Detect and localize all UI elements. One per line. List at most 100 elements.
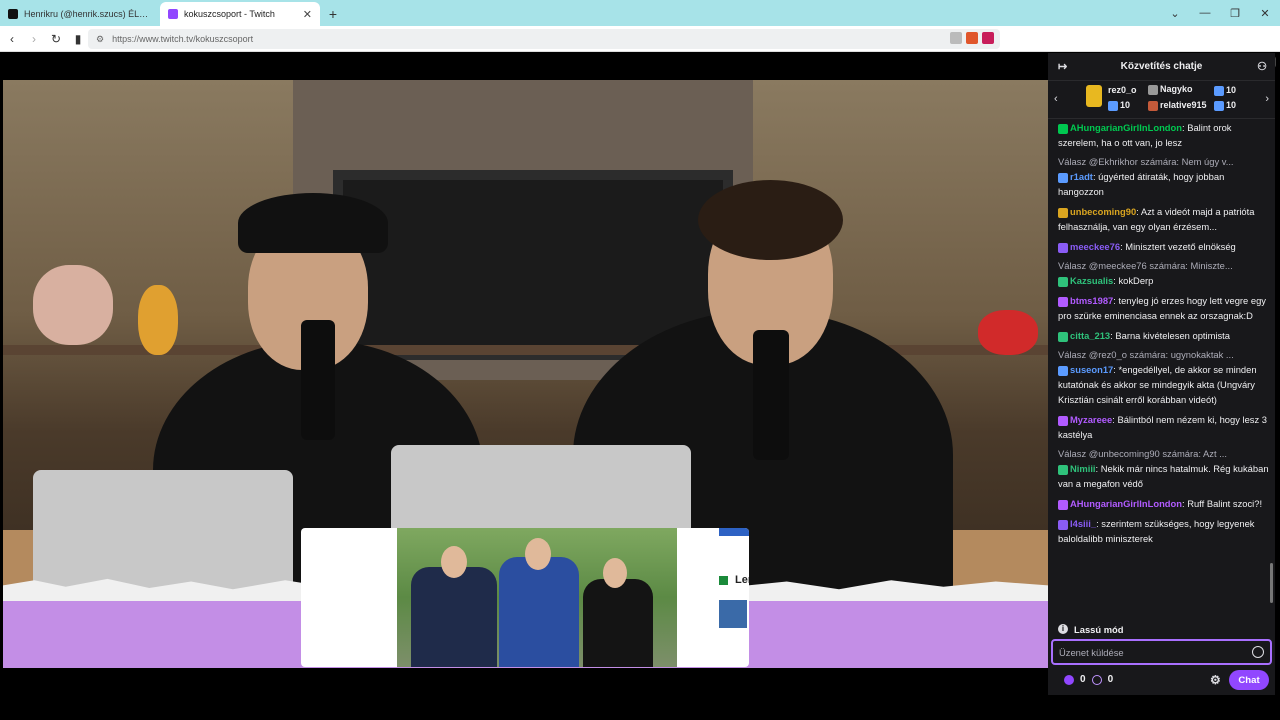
browser-tab-bar: Henrikru (@henrik.szucs) ÉLŐ adásb kokus… bbox=[0, 0, 1280, 26]
chat-message: Nimiii: Nekik már nincs hatalmuk. Rég ku… bbox=[1058, 461, 1269, 491]
chevron-down-icon[interactable]: ⌄ bbox=[1160, 7, 1190, 20]
window-controls: ⌄ — ❐ ✕ bbox=[1160, 0, 1280, 26]
community-icon[interactable]: ⚇ bbox=[1257, 60, 1267, 73]
chat-username[interactable]: Myzareee bbox=[1070, 414, 1112, 425]
chat-username[interactable]: citta_213 bbox=[1070, 330, 1110, 341]
send-chat-button[interactable]: Chat bbox=[1229, 670, 1269, 690]
leader-name[interactable]: relative915 bbox=[1148, 100, 1207, 111]
restore-icon[interactable]: ❐ bbox=[1220, 7, 1250, 20]
forward-icon[interactable]: › bbox=[24, 32, 44, 46]
info-icon: i bbox=[1058, 624, 1068, 634]
user-badge-icon[interactable] bbox=[1058, 296, 1068, 307]
user-badge-icon[interactable] bbox=[1058, 519, 1068, 530]
chat-username[interactable]: btms1987 bbox=[1070, 295, 1113, 306]
emote-picker-icon[interactable] bbox=[1252, 646, 1264, 658]
chat-message: AHungarianGirlInLondon: Balint orok szer… bbox=[1058, 120, 1269, 150]
url-text: https://www.twitch.tv/kokuszcsoport bbox=[112, 34, 254, 44]
tiktok-icon bbox=[8, 9, 18, 19]
chat-username[interactable]: l4siii_ bbox=[1070, 518, 1096, 529]
chat-footer: 0 0 ⚙ Chat bbox=[1048, 669, 1275, 693]
share-icon[interactable] bbox=[950, 32, 962, 44]
chat-username[interactable]: AHungarianGirlInLondon bbox=[1070, 122, 1182, 133]
chevron-right-icon[interactable]: › bbox=[1265, 93, 1269, 105]
chat-settings-icon[interactable]: ⚙ bbox=[1210, 673, 1221, 687]
chat-username[interactable]: Kazsualis bbox=[1070, 275, 1113, 286]
chat-username[interactable]: meeckee76 bbox=[1070, 241, 1120, 252]
address-bar-row: ‹ › ↻ ▮ ⚙ https://www.twitch.tv/kokuszcs… bbox=[0, 26, 1280, 68]
microphone-right bbox=[753, 330, 789, 460]
chat-username[interactable]: Nimiii bbox=[1070, 463, 1096, 474]
url-actions bbox=[950, 32, 994, 44]
chat-username[interactable]: r1adt bbox=[1070, 171, 1093, 182]
twitch-icon bbox=[168, 9, 178, 19]
user-badge-icon[interactable] bbox=[1058, 123, 1068, 134]
reply-context[interactable]: Válasz @meeckee76 számára: Miniszte... bbox=[1058, 259, 1269, 273]
chat-message: btms1987: tenyleg jó erzes hogy lett veg… bbox=[1058, 293, 1269, 323]
chevron-left-icon[interactable]: ‹ bbox=[1054, 93, 1058, 105]
overlay-thumbnail bbox=[719, 600, 747, 628]
channel-points[interactable]: 0 0 bbox=[1064, 674, 1113, 685]
black-cap bbox=[238, 193, 388, 253]
chat-input[interactable]: Üzenet küldése bbox=[1051, 639, 1272, 665]
brave-shield-icon[interactable] bbox=[966, 32, 978, 44]
chat-message-list: AHungarianGirlInLondon: Balint orok szer… bbox=[1048, 120, 1275, 620]
reply-context[interactable]: Válasz @unbecoming90 számára: Azt ... bbox=[1058, 447, 1269, 461]
chat-input-placeholder: Üzenet küldése bbox=[1059, 646, 1124, 658]
bookmark-icon[interactable]: ▮ bbox=[68, 32, 88, 46]
url-field[interactable]: ⚙ https://www.twitch.tv/kokuszcsoport bbox=[88, 29, 1000, 49]
chat-message: Myzareee: Bálintból nem nézem ki, hogy l… bbox=[1058, 412, 1269, 442]
user-badge-icon[interactable] bbox=[1058, 415, 1068, 426]
leader-name[interactable]: Nagyko bbox=[1148, 84, 1193, 95]
minimize-icon[interactable]: — bbox=[1190, 7, 1220, 19]
chat-message: AHungarianGirlInLondon: Ruff Balint szoc… bbox=[1058, 496, 1269, 511]
reply-context[interactable]: Válasz @rez0_o számára: ugynokaktak ... bbox=[1058, 348, 1269, 362]
microphone-left bbox=[301, 320, 335, 440]
user-badge-icon[interactable] bbox=[1058, 464, 1068, 475]
user-badge-icon[interactable] bbox=[1058, 242, 1068, 253]
browser-tab-twitch[interactable]: kokuszcsoport - Twitch ✕ bbox=[160, 2, 320, 26]
rewards-icon[interactable] bbox=[982, 32, 994, 44]
gift-sub-icon bbox=[1214, 85, 1224, 96]
tab-title: Henrikru (@henrik.szucs) ÉLŐ adásb bbox=[24, 9, 152, 19]
chat-panel: ↦ Közvetítés chatje ⚇ ‹ rez0_o 10 Nagyko… bbox=[1048, 53, 1275, 695]
stream-frame: Ler bbox=[3, 80, 1048, 668]
back-icon[interactable]: ‹ bbox=[2, 32, 22, 46]
chat-message: suseon17: *engedéllyel, de akkor se mind… bbox=[1058, 362, 1269, 407]
image-overlay: Ler bbox=[301, 528, 749, 667]
leader-count: 10 bbox=[1214, 85, 1236, 96]
site-info-icon[interactable]: ⚙ bbox=[96, 34, 104, 45]
browser-tab-tiktok[interactable]: Henrikru (@henrik.szucs) ÉLŐ adásb bbox=[0, 2, 160, 26]
chat-message-text: Minisztert vezető elnökség bbox=[1125, 241, 1236, 252]
user-badge-icon[interactable] bbox=[1058, 276, 1068, 287]
close-tab-icon[interactable]: ✕ bbox=[303, 8, 312, 21]
reply-context[interactable]: Válasz @Ekhrikhor számára: Nem úgy v... bbox=[1058, 155, 1269, 169]
video-player[interactable]: Ler bbox=[3, 53, 1048, 695]
plush-toy bbox=[138, 285, 178, 355]
user-badge-icon[interactable] bbox=[1058, 172, 1068, 183]
chat-scrollbar[interactable] bbox=[1270, 563, 1273, 603]
user-badge-icon[interactable] bbox=[1058, 331, 1068, 342]
bits-icon bbox=[1064, 674, 1074, 685]
chat-username[interactable]: suseon17 bbox=[1070, 364, 1113, 375]
chat-username[interactable]: AHungarianGirlInLondon bbox=[1070, 498, 1182, 509]
chat-message: l4siii_: szerintem szükséges, hogy legye… bbox=[1058, 516, 1269, 546]
gift-icon bbox=[1086, 85, 1102, 107]
chat-message-text: Barna kivételesen optimista bbox=[1115, 330, 1231, 341]
flag-icon bbox=[719, 576, 728, 585]
chat-message: citta_213: Barna kivételesen optimista bbox=[1058, 328, 1269, 343]
leader-name[interactable]: rez0_o bbox=[1108, 85, 1137, 95]
channel-points-icon bbox=[1091, 674, 1102, 685]
chat-username[interactable]: unbecoming90 bbox=[1070, 206, 1136, 217]
user-badge-icon[interactable] bbox=[1058, 207, 1068, 218]
new-tab-button[interactable]: + bbox=[320, 2, 346, 26]
reload-icon[interactable]: ↻ bbox=[46, 32, 66, 46]
collapse-chat-icon[interactable]: ↦ bbox=[1058, 60, 1067, 73]
user-badge-icon[interactable] bbox=[1058, 499, 1068, 510]
chat-message: meeckee76: Minisztert vezető elnökség bbox=[1058, 239, 1269, 254]
chat-message: unbecoming90: Azt a videót majd a patrió… bbox=[1058, 204, 1269, 234]
overlay-text: Ler bbox=[735, 574, 749, 586]
chat-message-text: Ruff Balint szoci?! bbox=[1187, 498, 1263, 509]
slow-mode-label: Lassú mód bbox=[1074, 623, 1124, 635]
close-window-icon[interactable]: ✕ bbox=[1250, 7, 1280, 20]
user-badge-icon[interactable] bbox=[1058, 365, 1068, 376]
